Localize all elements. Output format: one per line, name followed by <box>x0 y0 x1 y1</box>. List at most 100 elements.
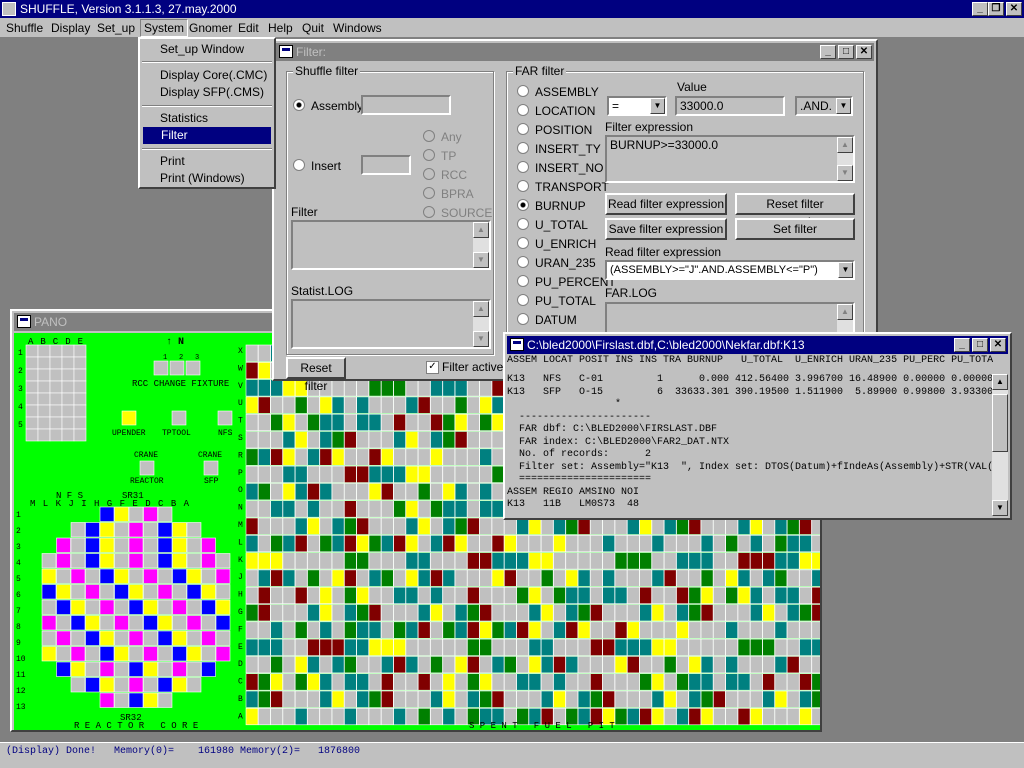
pit-slot[interactable] <box>786 552 800 570</box>
pit-slot[interactable] <box>786 638 800 656</box>
nfs-slot[interactable] <box>49 380 63 394</box>
core-assembly[interactable] <box>172 522 187 538</box>
pit-slot[interactable] <box>282 413 296 431</box>
pit-slot[interactable] <box>725 690 739 708</box>
core-assembly[interactable] <box>172 677 187 693</box>
pit-slot[interactable] <box>405 379 419 397</box>
pit-slot[interactable] <box>663 638 677 656</box>
core-assembly[interactable] <box>186 522 202 538</box>
pit-slot[interactable] <box>245 361 259 380</box>
pit-slot[interactable] <box>307 413 320 431</box>
pit-slot[interactable] <box>454 535 468 553</box>
field-radio-u-enrich[interactable]: U_ENRICH <box>517 237 596 251</box>
read-expression-select[interactable]: (ASSEMBLY>="J".AND.ASSEMBLY<="P") ▼ <box>605 260 855 280</box>
pit-slot[interactable] <box>676 569 689 587</box>
pit-slot[interactable] <box>454 552 468 570</box>
pit-slot[interactable] <box>737 517 751 535</box>
core-assembly[interactable] <box>186 677 202 693</box>
pit-slot[interactable] <box>565 517 579 535</box>
pit-slot[interactable] <box>553 586 566 604</box>
pit-slot[interactable] <box>405 604 419 622</box>
core-assembly[interactable] <box>85 584 100 600</box>
pit-slot[interactable] <box>688 638 702 656</box>
pit-slot[interactable] <box>602 517 616 535</box>
pit-slot[interactable] <box>405 638 419 656</box>
pit-slot[interactable] <box>811 673 820 691</box>
core-assembly[interactable] <box>201 599 216 615</box>
pit-slot[interactable] <box>442 552 456 570</box>
field-radio-transport[interactable]: TRANSPORT <box>517 180 609 194</box>
pit-slot[interactable] <box>307 673 320 691</box>
core-assembly[interactable] <box>172 646 187 662</box>
pit-slot[interactable] <box>417 379 431 397</box>
pit-slot[interactable] <box>356 656 370 674</box>
pit-slot[interactable] <box>245 707 259 726</box>
core-assembly[interactable] <box>70 568 86 584</box>
pit-slot[interactable] <box>368 656 382 674</box>
pit-slot[interactable] <box>319 638 333 656</box>
pit-slot[interactable] <box>380 448 394 466</box>
pit-slot[interactable] <box>749 569 763 587</box>
core-assembly[interactable] <box>215 584 231 600</box>
nfs-slot[interactable] <box>25 368 39 382</box>
pit-slot[interactable] <box>626 707 640 726</box>
core-assembly[interactable] <box>128 584 144 600</box>
core-assembly[interactable] <box>114 537 129 553</box>
pit-slot[interactable] <box>602 656 616 674</box>
pit-slot[interactable] <box>356 500 370 518</box>
pit-slot[interactable] <box>762 638 775 656</box>
core-assembly[interactable] <box>99 599 115 615</box>
pit-slot[interactable] <box>245 483 259 501</box>
pit-slot[interactable] <box>540 535 554 553</box>
pit-slot[interactable] <box>614 673 628 691</box>
core-assembly[interactable] <box>157 692 173 708</box>
pit-slot[interactable] <box>503 638 517 656</box>
pit-slot[interactable] <box>417 586 431 604</box>
pit-slot[interactable] <box>590 517 603 535</box>
pit-slot[interactable] <box>430 707 443 726</box>
pit-slot[interactable] <box>725 535 739 553</box>
pit-slot[interactable] <box>503 586 517 604</box>
core-assembly[interactable] <box>114 568 129 584</box>
nfs-slot[interactable] <box>73 368 87 382</box>
pit-slot[interactable] <box>417 707 431 726</box>
pit-slot[interactable] <box>294 500 308 518</box>
core-assembly[interactable] <box>157 506 173 522</box>
pit-slot[interactable] <box>430 396 443 414</box>
pit-slot[interactable] <box>454 413 468 431</box>
pit-slot[interactable] <box>307 569 320 587</box>
scroll-thumb[interactable] <box>992 394 1008 452</box>
pit-slot[interactable] <box>553 638 566 656</box>
pit-slot[interactable] <box>430 535 443 553</box>
pit-slot[interactable] <box>417 483 431 501</box>
pit-slot[interactable] <box>245 448 259 466</box>
pit-slot[interactable] <box>294 552 308 570</box>
core-assembly[interactable] <box>157 568 173 584</box>
pit-slot[interactable] <box>368 431 382 449</box>
pit-slot[interactable] <box>688 690 702 708</box>
pit-slot[interactable] <box>467 413 480 431</box>
pit-slot[interactable] <box>602 638 616 656</box>
pit-slot[interactable] <box>393 517 406 535</box>
core-assembly[interactable] <box>99 537 115 553</box>
pit-slot[interactable] <box>626 517 640 535</box>
pit-slot[interactable] <box>454 569 468 587</box>
pit-slot[interactable] <box>245 673 259 691</box>
pit-slot[interactable] <box>442 483 456 501</box>
pit-slot[interactable] <box>417 517 431 535</box>
pit-slot[interactable] <box>725 656 739 674</box>
pit-slot[interactable] <box>639 656 652 674</box>
pit-slot[interactable] <box>626 569 640 587</box>
pit-slot[interactable] <box>602 604 616 622</box>
pit-slot[interactable] <box>270 431 283 449</box>
pit-slot[interactable] <box>282 656 296 674</box>
pit-slot[interactable] <box>356 413 370 431</box>
pit-slot[interactable] <box>258 465 271 483</box>
pit-slot[interactable] <box>688 517 702 535</box>
nfs-slot[interactable] <box>37 380 51 394</box>
pit-slot[interactable] <box>258 673 271 691</box>
pit-slot[interactable] <box>258 361 271 380</box>
pit-slot[interactable] <box>380 413 394 431</box>
pit-slot[interactable] <box>540 604 554 622</box>
pit-slot[interactable] <box>540 690 554 708</box>
